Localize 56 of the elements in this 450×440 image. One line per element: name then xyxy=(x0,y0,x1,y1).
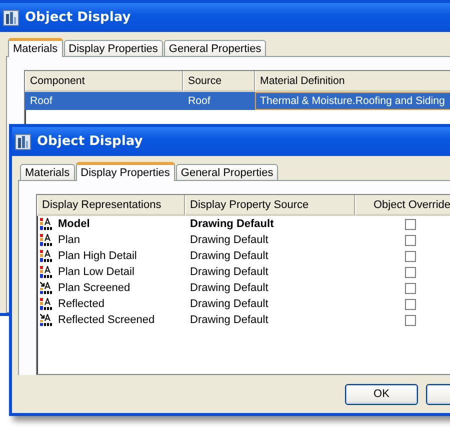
checkbox[interactable] xyxy=(404,234,416,246)
table-row[interactable]: Roof Roof Thermal & Moisture.Roofing and Siding xyxy=(25,92,450,110)
table-cell-text: Drawing Default xyxy=(189,281,270,296)
checkbox[interactable] xyxy=(404,298,416,310)
table-cell-text: Drawing Default xyxy=(189,249,270,264)
representation-name: Plan High Detail xyxy=(58,250,137,262)
column-header[interactable]: Display Property Source xyxy=(185,195,355,216)
table-cell-text: Drawing Default xyxy=(189,265,270,280)
column-header[interactable]: Display Representations xyxy=(37,195,185,216)
representation-name: Plan Screened xyxy=(58,282,130,294)
app-icon xyxy=(3,10,19,26)
ok-button[interactable]: OK xyxy=(345,384,418,404)
table-row[interactable]: Plan Screened Drawing Default xyxy=(37,280,450,296)
checkbox[interactable] xyxy=(404,282,416,294)
display-rep-icon xyxy=(40,218,52,230)
column-header[interactable]: Source xyxy=(183,71,255,92)
display-rep-icon xyxy=(40,234,52,246)
tab[interactable]: Materials xyxy=(8,38,63,57)
checkbox[interactable] xyxy=(404,314,416,326)
column-header[interactable]: Object Override xyxy=(355,195,450,216)
representation-name: Plan xyxy=(58,234,80,246)
tab[interactable]: Display Properties xyxy=(64,40,163,57)
table-cell-text: Drawing Default xyxy=(189,217,275,232)
table-row[interactable]: Reflected Screened Drawing Default xyxy=(37,312,450,328)
window-title: Object Display xyxy=(25,10,131,25)
table-cell-text: Drawing Default xyxy=(189,297,270,312)
tab[interactable]: General Properties xyxy=(176,164,278,181)
column-header[interactable]: Material Definition xyxy=(255,71,450,92)
representation-name: Plan Low Detail xyxy=(58,266,134,278)
table-row[interactable]: Plan Low Detail Drawing Default xyxy=(37,264,450,280)
table-row[interactable]: Model Drawing Default xyxy=(37,216,450,232)
table-cell-text: Roof xyxy=(29,94,54,109)
table-row[interactable]: Reflected Drawing Default xyxy=(37,296,450,312)
representation-name: Reflected xyxy=(58,298,104,310)
table-cell-text: Drawing Default xyxy=(189,313,270,328)
display-rep-screened-icon xyxy=(40,282,52,294)
display-rep-icon xyxy=(40,298,52,310)
checkbox[interactable] xyxy=(404,266,416,278)
checkbox[interactable] xyxy=(404,250,416,262)
table-cell: Thermal & Moisture.Roofing and Siding xyxy=(255,92,450,110)
tab[interactable]: Materials xyxy=(20,164,75,181)
checkbox[interactable] xyxy=(404,218,416,230)
window-title: Object Display xyxy=(37,134,143,149)
column-header[interactable]: Component xyxy=(25,71,183,92)
representation-name: Model xyxy=(58,218,90,230)
representation-name: Reflected Screened xyxy=(58,314,155,326)
table-cell-text: Roof xyxy=(187,94,212,109)
display-rep-icon xyxy=(40,250,52,262)
display-rep-screened-icon xyxy=(40,314,52,326)
app-icon xyxy=(15,134,31,150)
tab[interactable]: General Properties xyxy=(164,40,266,57)
tab[interactable]: Display Properties xyxy=(76,162,175,181)
table-row[interactable]: Plan Drawing Default xyxy=(37,232,450,248)
table-row[interactable]: Plan High Detail Drawing Default xyxy=(37,248,450,264)
display-rep-icon xyxy=(40,266,52,278)
table-cell-text: Drawing Default xyxy=(189,233,270,248)
